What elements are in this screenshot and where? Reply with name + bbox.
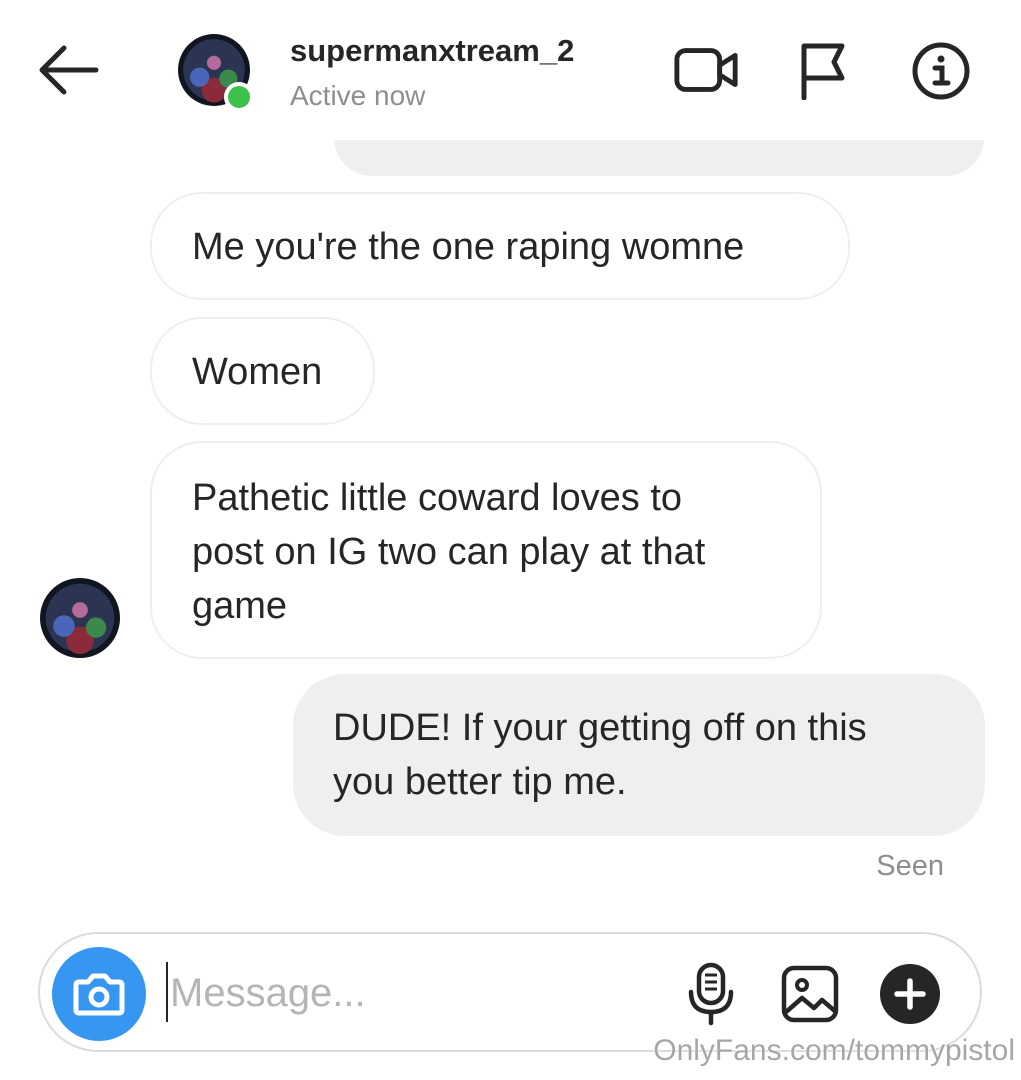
message-line: post on IG two can play at that — [192, 531, 706, 573]
camera-button[interactable] — [52, 947, 146, 1041]
chat-username[interactable]: supermanxtream_2 — [290, 33, 574, 69]
flag-icon[interactable] — [798, 40, 848, 100]
online-indicator — [224, 82, 254, 112]
message-input[interactable] — [170, 962, 650, 1024]
text-caret — [166, 962, 168, 1022]
camera-icon — [73, 973, 125, 1016]
microphone-icon[interactable] — [686, 962, 736, 1026]
info-icon[interactable] — [911, 41, 971, 101]
gallery-icon[interactable] — [780, 964, 840, 1024]
watermark: OnlyFans.com/tommypistol — [653, 1034, 1015, 1067]
message-text: Me you're the one raping womne — [192, 226, 745, 268]
outgoing-message[interactable]: DUDE! If your getting off on this you be… — [293, 674, 985, 836]
seen-indicator: Seen — [876, 850, 944, 882]
message-line: you better tip me. — [333, 761, 627, 803]
chat-header: supermanxtream_2 Active now — [0, 0, 1021, 140]
message-line: DUDE! If your getting off on this — [333, 707, 867, 749]
add-icon[interactable] — [879, 963, 941, 1025]
message-line: game — [192, 585, 288, 627]
active-status: Active now — [290, 80, 426, 111]
video-camera-icon[interactable] — [673, 45, 741, 95]
arrow-left-icon[interactable] — [34, 40, 104, 100]
message-line: Pathetic little coward loves to — [192, 477, 683, 519]
incoming-message[interactable]: Women — [150, 317, 375, 425]
incoming-message[interactable]: Me you're the one raping womne — [150, 192, 850, 300]
message-text: Women — [192, 351, 323, 393]
incoming-message[interactable]: Pathetic little coward loves to post on … — [150, 441, 822, 659]
sender-avatar[interactable] — [40, 578, 120, 658]
